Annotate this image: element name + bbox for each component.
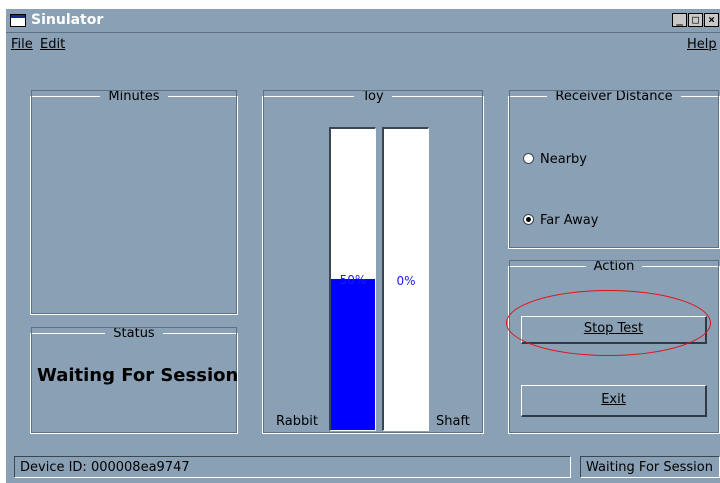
app-window: Sinulator _ □ × File Edit Help Minutes S…: [6, 9, 720, 483]
radio-far-away-indicator[interactable]: [523, 214, 534, 225]
shaft-percent-label: 0%: [396, 274, 416, 288]
window-icon[interactable]: [10, 14, 26, 27]
status-group: Status Waiting For Session: [30, 326, 238, 434]
receiver-distance-legend: Receiver Distance: [555, 89, 673, 104]
menu-edit-label: Edit: [40, 37, 66, 52]
title-bar[interactable]: Sinulator _ □ ×: [6, 9, 720, 33]
maximize-button[interactable]: □: [688, 13, 703, 27]
minutes-legend: Minutes: [108, 89, 160, 104]
action-legend: Action: [593, 259, 635, 274]
close-button[interactable]: ×: [704, 13, 719, 27]
rabbit-level-bar: 50%: [329, 127, 376, 431]
stop-test-button[interactable]: Stop Test: [521, 316, 707, 344]
menu-edit[interactable]: Edit: [40, 37, 65, 52]
radio-far-away-label: Far Away: [540, 213, 599, 228]
session-status: Waiting For Session: [580, 456, 720, 478]
stop-test-label: Stop Test: [583, 321, 644, 336]
action-group: Action Stop Test Exit: [508, 259, 720, 434]
rabbit-percent-label: 50%: [339, 273, 367, 287]
minimize-button[interactable]: _: [672, 13, 687, 27]
radio-nearby-label: Nearby: [540, 152, 587, 167]
window-title: Sinulator: [31, 12, 104, 28]
menu-help-label: Help: [687, 37, 717, 52]
radio-nearby[interactable]: Nearby: [523, 152, 587, 167]
exit-label: Exit: [601, 392, 626, 407]
radio-far-away[interactable]: Far Away: [523, 213, 598, 228]
menu-help[interactable]: Help: [687, 37, 717, 52]
minutes-group: Minutes: [30, 89, 238, 315]
rabbit-label: Rabbit: [276, 414, 318, 429]
receiver-distance-group: Receiver Distance Nearby Far Away: [508, 89, 720, 249]
device-id-status: Device ID: 000008ea9747: [14, 456, 571, 478]
toy-group: Toy 50% 0% Rabbit Shaft: [262, 89, 484, 434]
menu-file[interactable]: File: [11, 37, 33, 52]
menu-file-label: File: [11, 37, 33, 52]
status-text: Waiting For Session: [37, 365, 239, 386]
rabbit-level-fill: [331, 279, 375, 430]
status-legend: Status: [113, 326, 155, 341]
exit-button[interactable]: Exit: [521, 385, 707, 417]
radio-nearby-indicator[interactable]: [523, 153, 534, 164]
toy-legend: Toy: [362, 89, 384, 104]
shaft-level-bar: 0%: [382, 127, 429, 431]
menu-bar: File Edit Help: [6, 33, 720, 55]
shaft-label: Shaft: [436, 414, 470, 429]
